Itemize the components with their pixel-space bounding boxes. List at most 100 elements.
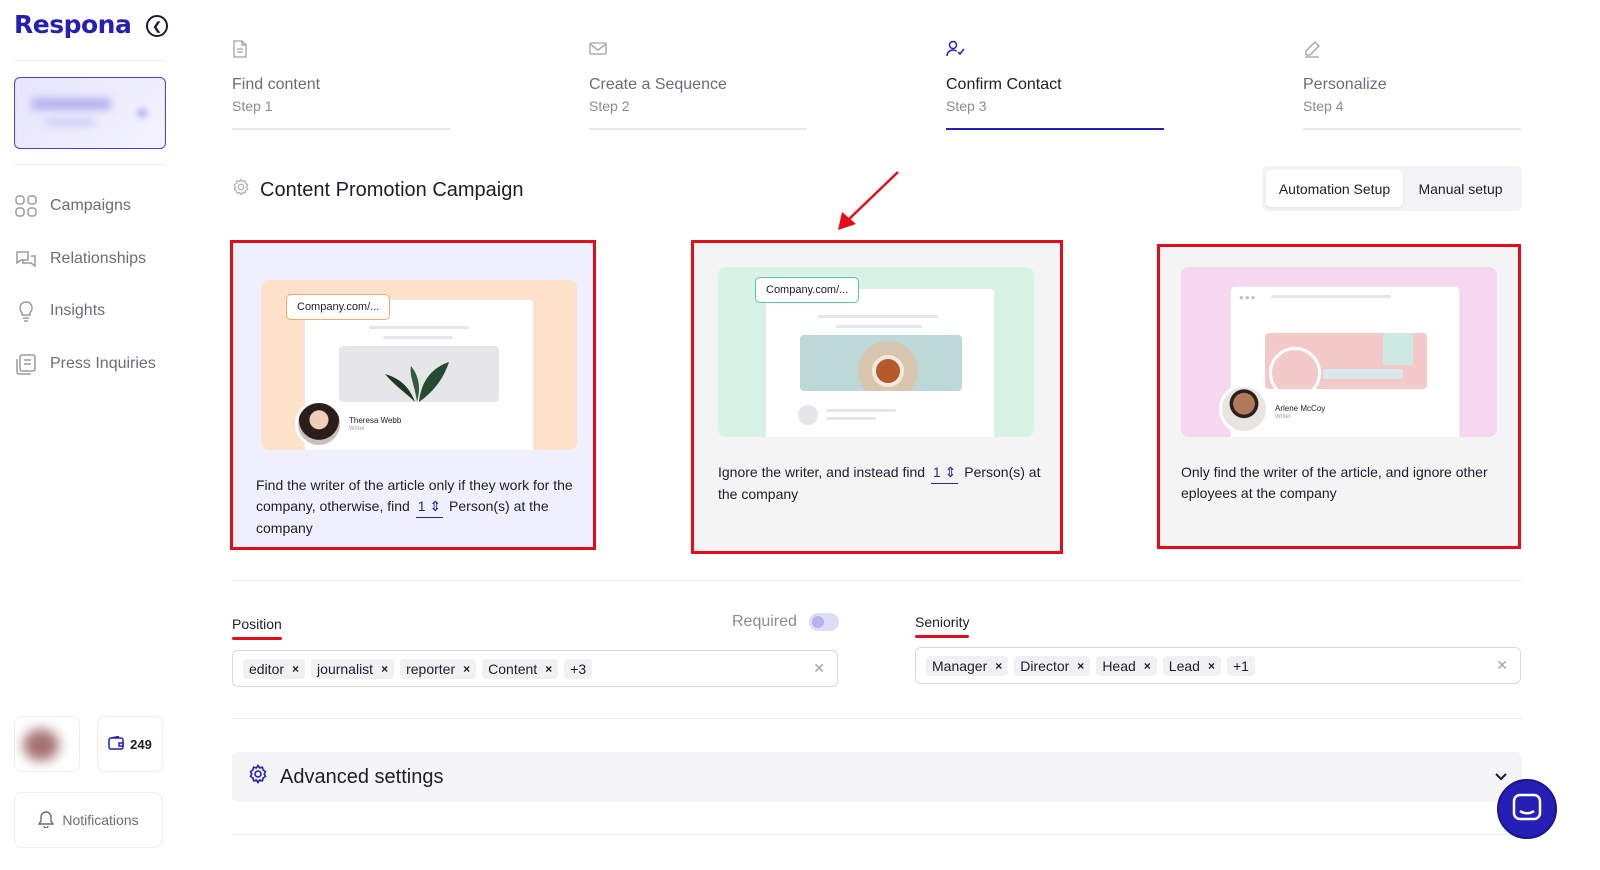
- step-confirm-contact[interactable]: Confirm Contact Step 3: [946, 40, 1164, 132]
- divider: [14, 60, 166, 61]
- option-text: Ignore the writer, and instead find: [718, 464, 926, 480]
- person-count-stepper[interactable]: 1 ⇕: [930, 462, 959, 484]
- remove-tag-icon[interactable]: ×: [381, 662, 388, 676]
- chat-support-button[interactable]: [1497, 779, 1557, 839]
- person-name: Theresa Webb: [349, 416, 402, 425]
- more-tags-badge[interactable]: +3: [564, 658, 593, 679]
- person-role: Writer: [1275, 414, 1291, 420]
- tag: editor ×: [243, 658, 306, 679]
- bell-icon: [38, 810, 55, 831]
- manual-setup-tab[interactable]: Manual setup: [1403, 170, 1518, 207]
- step-title: Create a Sequence: [589, 76, 727, 93]
- tag: Director ×: [1014, 655, 1091, 676]
- workspace-sub-blurred: [45, 118, 95, 126]
- document-icon: [232, 40, 250, 60]
- remove-tag-icon[interactable]: ×: [995, 659, 1002, 673]
- required-toggle-wrap: Required: [732, 613, 839, 631]
- remove-tag-icon[interactable]: ×: [1077, 659, 1084, 673]
- keyboard-icon: [1323, 369, 1403, 379]
- step-number: Step 1: [232, 98, 273, 114]
- collapse-sidebar-button[interactable]: ❮: [146, 15, 168, 37]
- plant-icon: [385, 362, 449, 402]
- step-title: Personalize: [1303, 76, 1387, 93]
- avatar-blurred: [23, 729, 59, 761]
- tag: reporter ×: [400, 658, 477, 679]
- chevron-left-icon: ❮: [152, 20, 162, 33]
- tag: Head ×: [1096, 655, 1157, 676]
- option-description: Find the writer of the article only if t…: [256, 475, 576, 539]
- step-progress-bar: [589, 128, 807, 130]
- notifications-button[interactable]: Notifications: [14, 792, 163, 848]
- annotation-arrow: [838, 171, 899, 230]
- advanced-settings-label: Advanced settings: [280, 765, 444, 788]
- url-chip: Company.com/...: [755, 277, 860, 303]
- browser-mock: [766, 289, 994, 437]
- divider: [14, 164, 166, 165]
- main-content: Find content Step 1 Create a Sequence St…: [230, 0, 1522, 870]
- option-card-writer-if-works[interactable]: Theresa Webb Writer Company.com/... Find…: [230, 240, 596, 550]
- user-check-icon: [946, 40, 965, 60]
- nav-label: Campaigns: [50, 197, 131, 214]
- position-label: Position: [232, 616, 282, 640]
- person-role: Writer: [349, 426, 365, 432]
- logo[interactable]: Respona: [14, 10, 132, 39]
- clear-icon[interactable]: ✕: [1496, 657, 1508, 674]
- required-label: Required: [732, 613, 797, 630]
- remove-tag-icon[interactable]: ×: [1144, 659, 1151, 673]
- step-number: Step 3: [946, 98, 987, 114]
- step-create-sequence[interactable]: Create a Sequence Step 2: [589, 40, 807, 132]
- step-progress-bar: [1303, 128, 1521, 130]
- workspace-name-blurred: [31, 98, 111, 110]
- nav-item-press-inquiries[interactable]: Press Inquiries: [14, 349, 174, 379]
- automation-setup-tab[interactable]: Automation Setup: [1266, 170, 1403, 207]
- gear-icon[interactable]: [232, 178, 250, 202]
- remove-tag-icon[interactable]: ×: [1208, 659, 1215, 673]
- seniority-label: Seniority: [915, 614, 970, 638]
- chevron-down-icon: [1494, 769, 1508, 785]
- option-card-only-writer[interactable]: ●●● Arlene McCoy Writer Only find the wr…: [1157, 244, 1521, 549]
- remove-tag-icon[interactable]: ×: [545, 662, 552, 676]
- campaign-title-text: Content Promotion Campaign: [260, 178, 524, 201]
- article-image: [800, 335, 962, 391]
- divider: [232, 718, 1522, 719]
- nav-item-campaigns[interactable]: Campaigns: [14, 191, 174, 221]
- campaign-title: Content Promotion Campaign: [232, 178, 523, 202]
- tag: Content ×: [482, 658, 559, 679]
- workspace-switcher[interactable]: [14, 77, 166, 149]
- remove-tag-icon[interactable]: ×: [463, 662, 470, 676]
- credits-button[interactable]: 249: [97, 716, 163, 772]
- more-tags-badge[interactable]: +1: [1226, 655, 1255, 676]
- newspaper-icon: [14, 352, 38, 376]
- nav-label: Press Inquiries: [50, 355, 156, 372]
- nav-label: Insights: [50, 302, 106, 319]
- position-tags-input[interactable]: editor × journalist × reporter × Content × +…: [232, 650, 838, 687]
- divider: [232, 834, 1522, 835]
- step-personalize[interactable]: Personalize Step 4: [1303, 40, 1521, 132]
- nav-label: Relationships: [50, 250, 147, 267]
- step-find-content[interactable]: Find content Step 1: [232, 40, 450, 132]
- chat-bubbles-icon: [14, 247, 38, 271]
- remove-tag-icon[interactable]: ×: [292, 662, 299, 676]
- profile-avatar[interactable]: [14, 716, 80, 772]
- advanced-settings-accordion[interactable]: Advanced settings: [232, 752, 1522, 802]
- chat-icon: [1512, 793, 1542, 826]
- step-title: Confirm Contact: [946, 76, 1062, 93]
- divider: [232, 580, 1522, 581]
- required-toggle[interactable]: [808, 613, 839, 631]
- credits-count: 249: [130, 736, 152, 752]
- step-number: Step 2: [589, 98, 630, 114]
- clear-icon[interactable]: ✕: [813, 660, 825, 677]
- option-card-ignore-writer[interactable]: Company.com/... Ignore the writer, and i…: [691, 240, 1063, 554]
- nav-item-relationships[interactable]: Relationships: [14, 244, 174, 274]
- sidebar: Respona ❮ Campaigns Relationships Insigh…: [0, 0, 180, 870]
- url-chip: Company.com/...: [286, 294, 391, 320]
- gear-icon: [248, 764, 268, 790]
- workspace-chevron-blurred: [137, 108, 147, 118]
- coffee-cup-icon: [872, 355, 904, 387]
- writer-avatar: [295, 400, 343, 448]
- headphones-icon: [1269, 347, 1321, 389]
- notifications-label: Notifications: [62, 812, 139, 828]
- person-count-stepper[interactable]: 1 ⇕: [415, 496, 444, 518]
- nav-item-insights[interactable]: Insights: [14, 296, 174, 326]
- seniority-tags-input[interactable]: Manager × Director × Head × Lead × +1 ✕: [915, 647, 1521, 684]
